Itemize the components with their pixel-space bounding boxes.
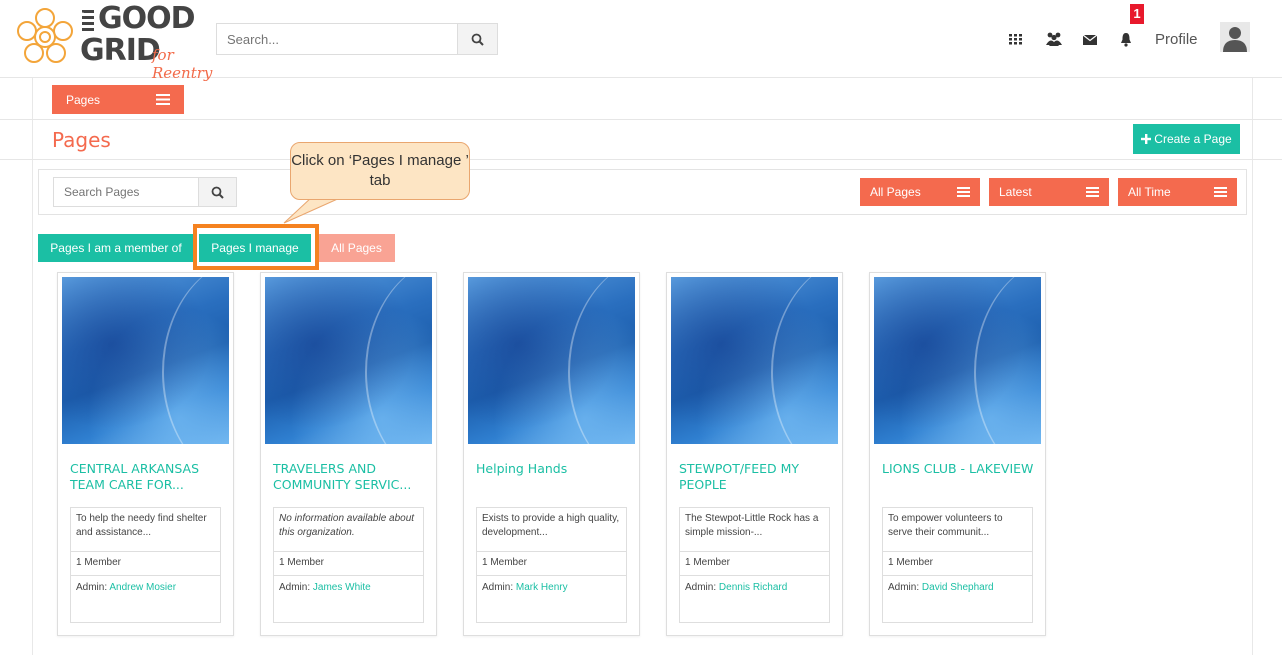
search-icon (211, 186, 224, 199)
global-search-button[interactable] (458, 23, 498, 55)
instruction-callout: Click on ‘Pages I manage ’ tab (290, 142, 470, 200)
page-card-info: Exists to provide a high quality, develo… (476, 507, 627, 623)
admin-label: Admin: (685, 582, 717, 593)
page-card-admin: Admin: James White (274, 576, 423, 600)
logo-tagline: for Reentry (152, 46, 213, 82)
top-navbar: THE GOOD GRID for Reentry 1 Profile (0, 0, 1282, 82)
divider (0, 159, 1282, 160)
page-card-title[interactable]: Helping Hands (476, 461, 631, 477)
page-cover-image[interactable] (468, 277, 635, 444)
page-card-admin: Admin: Mark Henry (477, 576, 626, 600)
divider (0, 119, 1282, 120)
admin-label: Admin: (76, 582, 108, 593)
page-cover-image[interactable] (265, 277, 432, 444)
admin-link[interactable]: David Shephard (922, 582, 994, 593)
create-page-label: Create a Page (1154, 132, 1232, 146)
page-card-members: 1 Member (274, 552, 423, 576)
page-card-description: The Stewpot-Little Rock has a simple mis… (680, 508, 829, 552)
apps-grid-icon[interactable] (1008, 28, 1024, 50)
logo-lines-icon (82, 10, 94, 31)
page-card-admin: Admin: Andrew Mosier (71, 576, 220, 600)
logo-good-text: GOOD (98, 1, 196, 36)
page-card-info: To help the needy find shelter and assis… (70, 507, 221, 623)
people-icon[interactable] (1045, 28, 1063, 50)
filter-label: Latest (999, 185, 1032, 199)
pages-menu-button[interactable]: Pages (52, 85, 184, 114)
admin-link[interactable]: Andrew Mosier (109, 582, 176, 593)
global-search-input[interactable] (216, 23, 458, 55)
page-card-admin: Admin: David Shephard (883, 576, 1032, 600)
page-cover-image[interactable] (874, 277, 1041, 444)
page-card-info: No information available about this orga… (273, 507, 424, 623)
tab-highlight-box (193, 224, 319, 270)
bell-icon[interactable] (1119, 28, 1133, 50)
page-card[interactable]: Helping Hands Exists to provide a high q… (463, 272, 640, 636)
page-card-description: Exists to provide a high quality, develo… (477, 508, 626, 552)
filter-all-pages-dropdown[interactable]: All Pages (860, 178, 980, 206)
page-card-info: To empower volunteers to serve their com… (882, 507, 1033, 623)
page-card-title[interactable]: CENTRAL ARKANSAS TEAM CARE FOR... (70, 461, 225, 493)
user-silhouette-icon (1223, 27, 1247, 52)
filter-label: All Pages (870, 185, 921, 199)
page-cover-image[interactable] (62, 277, 229, 444)
hamburger-icon (1086, 187, 1099, 197)
profile-link[interactable]: Profile (1155, 31, 1198, 48)
callout-pointer (283, 196, 344, 224)
pages-search-button[interactable] (199, 177, 237, 207)
page-card-info: The Stewpot-Little Rock has a simple mis… (679, 507, 830, 623)
admin-label: Admin: (279, 582, 311, 593)
page-card-members: 1 Member (680, 552, 829, 576)
logo-the-text: THE (74, 12, 84, 18)
page-card-description: To help the needy find shelter and assis… (71, 508, 220, 552)
notification-badge: 1 (1130, 4, 1144, 24)
mail-icon[interactable] (1082, 28, 1098, 50)
filter-all-time-dropdown[interactable]: All Time (1118, 178, 1237, 206)
page-card-title[interactable]: LIONS CLUB - LAKEVIEW (882, 461, 1037, 477)
page-card-members: 1 Member (477, 552, 626, 576)
logo-grid-text: GRID (80, 33, 161, 68)
logo[interactable]: THE GOOD GRID for Reentry (10, 1, 220, 82)
page-card-members: 1 Member (883, 552, 1032, 576)
hamburger-icon (1214, 187, 1227, 197)
plus-icon (1141, 134, 1152, 144)
filter-label: All Time (1128, 185, 1171, 199)
page-card[interactable]: TRAVELERS AND COMMUNITY SERVIC... No inf… (260, 272, 437, 636)
flower-logo-icon (17, 8, 73, 63)
admin-link[interactable]: Dennis Richard (719, 582, 787, 593)
page-cover-image[interactable] (671, 277, 838, 444)
page-card-title[interactable]: STEWPOT/FEED MY PEOPLE (679, 461, 834, 493)
avatar[interactable] (1220, 22, 1250, 52)
hamburger-icon (957, 187, 970, 197)
page-card[interactable]: STEWPOT/FEED MY PEOPLE The Stewpot-Littl… (666, 272, 843, 636)
page-card-admin: Admin: Dennis Richard (680, 576, 829, 600)
filter-latest-dropdown[interactable]: Latest (989, 178, 1109, 206)
pages-menu-label: Pages (66, 92, 101, 107)
page-card-title[interactable]: TRAVELERS AND COMMUNITY SERVIC... (273, 461, 428, 493)
page-card-description: To empower volunteers to serve their com… (883, 508, 1032, 552)
page-card[interactable]: LIONS CLUB - LAKEVIEW To empower volunte… (869, 272, 1046, 636)
admin-label: Admin: (482, 582, 514, 593)
hamburger-icon (156, 94, 170, 105)
admin-link[interactable]: Mark Henry (516, 582, 568, 593)
search-icon (471, 33, 484, 46)
page-card-description: No information available about this orga… (274, 508, 423, 552)
tab-pages-member[interactable]: Pages I am a member of (38, 234, 194, 262)
admin-label: Admin: (888, 582, 920, 593)
page-card-members: 1 Member (71, 552, 220, 576)
page-title: Pages (52, 128, 111, 152)
admin-link[interactable]: James White (313, 582, 371, 593)
page-card[interactable]: CENTRAL ARKANSAS TEAM CARE FOR... To hel… (57, 272, 234, 636)
tab-all-pages[interactable]: All Pages (318, 234, 395, 262)
pages-search-input[interactable] (53, 177, 199, 207)
create-page-button[interactable]: Create a Page (1133, 124, 1240, 154)
